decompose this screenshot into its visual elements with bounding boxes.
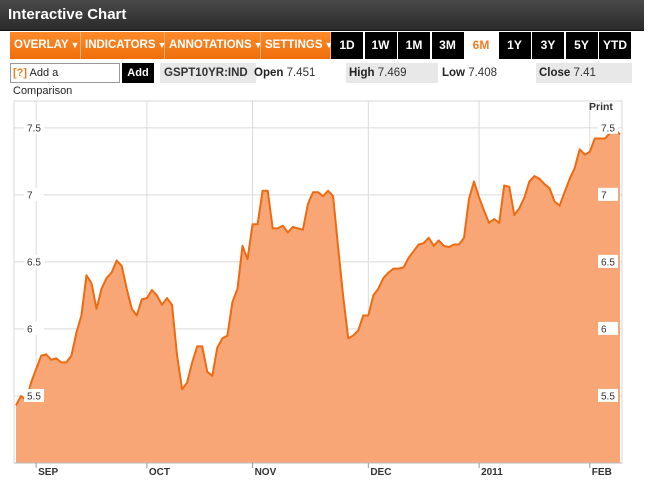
y-tick-label-right: 6.5 <box>601 257 615 268</box>
x-tick-label: DEC <box>370 467 391 478</box>
range-button-3m[interactable]: 3M <box>431 32 464 59</box>
x-tick-label: FEB <box>592 467 612 478</box>
title-bar: Interactive Chart <box>0 0 644 31</box>
indicators-label: INDICATORS <box>85 39 156 51</box>
open-label: Open <box>254 67 284 79</box>
range-button-1y[interactable]: 1Y <box>498 32 531 59</box>
annotations-label: ANNOTATIONS <box>169 39 252 51</box>
open-value: 7.451 <box>286 67 316 79</box>
close-value: 7.41 <box>573 67 596 79</box>
y-tick-label-right: 6 <box>601 324 607 335</box>
overlay-menu-button[interactable]: OVERLAY ▼ <box>10 32 81 59</box>
settings-label: SETTINGS <box>265 39 323 51</box>
comparison-input[interactable]: [?] Add a Comparison <box>10 63 120 97</box>
low-label: Low <box>442 67 465 79</box>
range-button-1d[interactable]: 1D <box>331 32 363 59</box>
y-tick-label-left: 7.5 <box>27 123 41 134</box>
settings-menu-button[interactable]: SETTINGS ▼ <box>261 32 333 59</box>
range-button-5y[interactable]: 5Y <box>565 32 598 59</box>
window-title: Interactive Chart <box>8 6 127 23</box>
price-chart[interactable]: 5.5 5.5 6 6 6.5 6.5 7 7 7.5 7.5 SEP OCT NOV DEC 2011 FE… <box>0 95 648 484</box>
range-button-6m[interactable]: 6M <box>465 32 497 59</box>
y-tick-label-left: 6 <box>27 324 33 335</box>
indicators-menu-button[interactable]: INDICATORS ▼ <box>81 32 166 59</box>
x-tick-label: NOV <box>255 467 277 478</box>
time-range-selector: 1D 1W 1M 3M 6M 1Y 3Y 5Y YTD <box>331 32 633 59</box>
y-tick-label-left: 7 <box>27 190 33 201</box>
x-tick-label: SEP <box>38 467 58 478</box>
y-tick-label-left: 6.5 <box>27 257 41 268</box>
overlay-label: OVERLAY <box>14 39 69 51</box>
add-comparison-button[interactable]: Add <box>122 63 154 83</box>
range-button-3y[interactable]: 3Y <box>532 32 564 59</box>
chevron-down-icon: ▼ <box>70 40 80 50</box>
print-button[interactable]: Print <box>589 101 613 113</box>
low-stat: Low 7.408 <box>442 63 534 83</box>
quote-info-row: [?] Add a Comparison Add GSPT10YR:IND Op… <box>10 63 632 97</box>
y-tick-label-right: 7 <box>601 190 607 201</box>
menu-bar: OVERLAY ▼ INDICATORS ▼ ANNOTATIONS ▼ SETTIN… <box>10 32 333 59</box>
x-tick-label: 2011 <box>481 467 503 478</box>
open-stat: Open 7.451 <box>254 63 346 83</box>
close-stat: Close 7.41 <box>536 63 632 83</box>
x-tick-label: OCT <box>149 467 170 478</box>
high-label: High <box>349 67 375 79</box>
range-button-1w[interactable]: 1W <box>364 32 397 59</box>
close-label: Close <box>539 67 571 79</box>
annotations-menu-button[interactable]: ANNOTATIONS ▼ <box>165 32 263 59</box>
range-button-ytd[interactable]: YTD <box>599 32 631 59</box>
help-icon[interactable]: [?] <box>13 67 27 79</box>
range-button-1m[interactable]: 1M <box>398 32 430 59</box>
high-stat: High 7.469 <box>346 63 438 83</box>
y-tick-label-right: 7.5 <box>601 123 615 134</box>
high-value: 7.469 <box>377 67 407 79</box>
interactive-chart-app: Interactive Chart OVERLAY ▼ INDICATORS ▼ A… <box>0 0 648 484</box>
low-value: 7.408 <box>468 67 497 79</box>
y-tick-label-right: 5.5 <box>601 391 615 402</box>
ticker-symbol: GSPT10YR:IND <box>160 63 256 83</box>
y-tick-label-left: 5.5 <box>27 391 41 402</box>
